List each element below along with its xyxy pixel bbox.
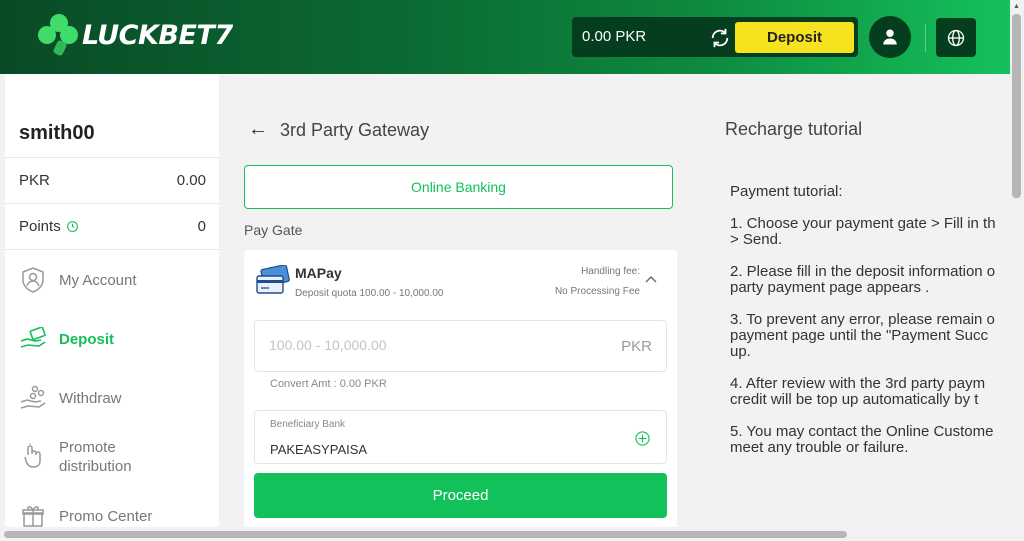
sidebar-item-label: Deposit [59, 330, 115, 348]
beneficiary-bank-label: Beneficiary Bank [270, 419, 346, 430]
tutorial-step-3-line-3: up. [730, 343, 751, 360]
tutorial-step-2-line-1: 2. Please fill in the deposit informatio… [730, 263, 996, 280]
balance-amount: 0.00 PKR [582, 28, 647, 45]
chevron-up-icon[interactable] [645, 274, 657, 284]
tab-online-banking[interactable]: Online Banking [244, 165, 673, 209]
clock-icon [66, 221, 78, 232]
deposit-hand-icon [19, 325, 47, 353]
globe-icon [947, 29, 965, 46]
tutorial-step-3-line-2: payment page until the "Payment Succ [730, 327, 988, 344]
gate-quota: Deposit quota 100.00 - 10,000.00 [295, 288, 444, 299]
sidebar-item-my-account[interactable]: My Account [19, 266, 137, 294]
tutorial-step-4-line-1: 4. After review with the 3rd party paym [730, 375, 986, 392]
plus-circle-icon[interactable] [635, 431, 650, 446]
back-arrow-icon[interactable]: ← [248, 118, 268, 141]
sidebar-item-label: Promote distribution [59, 438, 132, 476]
sidebar-item-label: Withdraw [59, 389, 122, 407]
beneficiary-bank-value: PAKEASYPAISA [270, 442, 368, 457]
currency-balance-row: PKR 0.00 [5, 157, 219, 203]
shield-user-icon [19, 266, 47, 294]
gate-name[interactable]: MAPay [295, 265, 342, 281]
sidebar-item-label: My Account [59, 271, 137, 289]
logo-text: LUCKBET7 [82, 19, 233, 51]
sidebar-item-promote-distribution[interactable]: Promote distribution [19, 438, 132, 476]
sidebar-item-withdraw[interactable]: Withdraw [19, 384, 122, 412]
sidebar-item-promo-center[interactable]: Promo Center [19, 502, 152, 530]
tutorial-step-3-line-1: 3. To prevent any error, please remain o [730, 311, 995, 328]
handling-fee-value: No Processing Fee [554, 286, 640, 297]
tutorial-step-4-line-2: credit will be top up automatically by t [730, 391, 979, 408]
tutorial-step-5-line-1: 5. You may contact the Online Custome [730, 423, 994, 440]
user-icon [883, 29, 897, 45]
proceed-button[interactable]: Proceed [254, 473, 667, 518]
currency-label: PKR [19, 172, 50, 189]
promote-icon [19, 442, 47, 470]
tutorial-step-1-line-2: > Send. [730, 231, 783, 248]
header-deposit-button[interactable]: Deposit [735, 22, 854, 53]
user-profile-button[interactable] [869, 16, 911, 58]
handling-fee-label: Handling fee: [581, 266, 640, 277]
tutorial-body: Payment tutorial: 1. Choose your payment… [730, 184, 1020, 464]
recharge-tutorial-title: Recharge tutorial [725, 119, 863, 139]
credit-card-icon [256, 265, 290, 294]
tutorial-step-5-line-2: meet any trouble or failure. [730, 439, 909, 456]
refresh-icon[interactable] [709, 27, 731, 49]
promote-line1: Promote [59, 439, 116, 456]
amount-currency: PKR [621, 338, 652, 355]
points-row: Points 0 [5, 203, 219, 250]
horizontal-scrollbar-thumb[interactable] [4, 531, 847, 538]
sidebar-item-deposit[interactable]: Deposit [19, 325, 114, 353]
withdraw-hand-icon [19, 384, 47, 412]
clover-icon [38, 14, 80, 57]
vertical-scrollbar-thumb[interactable] [1012, 14, 1021, 198]
amount-field: PKR [254, 320, 667, 372]
page-title: 3rd Party Gateway [280, 120, 430, 140]
header-divider [925, 24, 926, 52]
language-button[interactable] [936, 18, 976, 57]
convert-amount: Convert Amt : 0.00 PKR [270, 378, 387, 390]
scroll-up-arrow-icon[interactable]: ▲ [1013, 3, 1020, 10]
beneficiary-bank-select[interactable]: Beneficiary Bank PAKEASYPAISA [254, 410, 667, 464]
tutorial-step-1-line-1: 1. Choose your payment gate > Fill in th [730, 215, 996, 232]
sidebar-item-label: Promo Center [59, 507, 153, 525]
currency-value: 0.00 [176, 172, 206, 189]
points-label: Points [19, 218, 61, 235]
promote-line2: distribution [59, 458, 132, 475]
tutorial-heading: Payment tutorial: [730, 184, 843, 200]
username: smith00 [19, 122, 95, 144]
points-label-wrap: Points [19, 218, 79, 235]
brand-logo[interactable]: LUCKBET7 [38, 14, 233, 57]
gift-icon [19, 502, 47, 530]
amount-input[interactable] [269, 337, 589, 353]
points-value: 0 [197, 218, 206, 235]
tutorial-step-2-line-2: party payment page appears . [730, 279, 930, 296]
pay-gate-label: Pay Gate [244, 222, 303, 238]
